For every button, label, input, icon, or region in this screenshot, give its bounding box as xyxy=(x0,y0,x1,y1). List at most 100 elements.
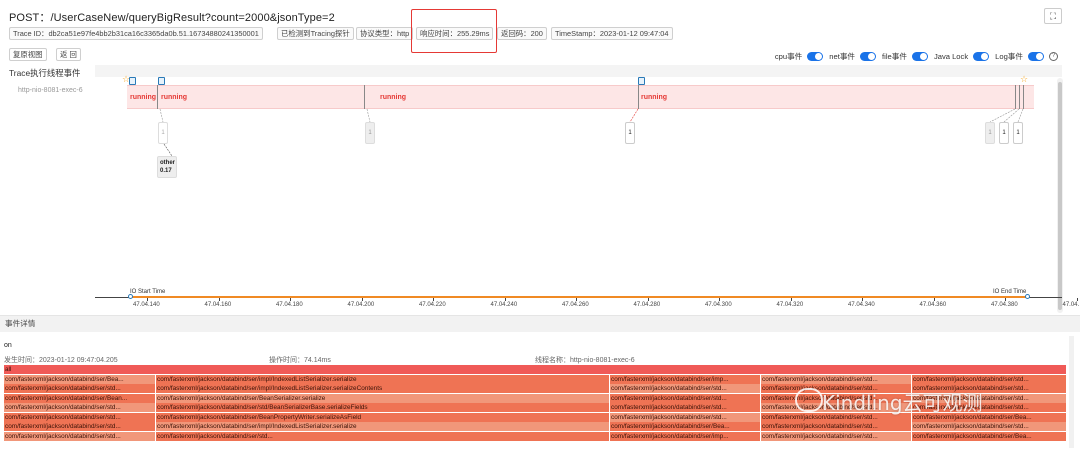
flame-frame[interactable]: com/fasterxml/jackson/databind/ser/std..… xyxy=(610,412,761,422)
event-details-header: 事件详情 xyxy=(0,316,1080,332)
axis-tick-label: 47.04. xyxy=(1062,302,1080,308)
flame-frame[interactable]: com/fasterxml/jackson/databind/ser/Bea..… xyxy=(912,431,1067,441)
cpu-toggle[interactable] xyxy=(807,51,824,61)
axis-tick xyxy=(576,298,577,301)
log-marker-icon[interactable] xyxy=(129,77,136,85)
flame-frame[interactable]: com/fasterxml/jackson/databind/ser/std..… xyxy=(4,384,156,393)
flame-frame[interactable]: com/fasterxml/jackson/databind/ser/BeanS… xyxy=(156,393,610,403)
other-event-box[interactable]: other 0.17 xyxy=(157,156,177,178)
io-end-label: IO End Time xyxy=(993,289,1027,295)
flame-frame[interactable]: com/fasterxml/jackson/databind/ser/Bean.… xyxy=(4,393,156,403)
flame-frame[interactable]: com/fasterxml/jackson/databind/ser/std..… xyxy=(912,422,1067,431)
axis-tick xyxy=(647,298,649,301)
flame-root-frame[interactable]: all xyxy=(4,365,1067,374)
event-count[interactable]: 1 xyxy=(985,122,995,144)
restore-view-button[interactable]: 复原视图 xyxy=(9,48,47,61)
flame-frame[interactable]: com/fasterxml/jackson/databind/ser/impl/… xyxy=(156,422,610,431)
axis-tick-label: 47.04.360 xyxy=(919,302,947,308)
thread-label: 线程名称：http-nio-8081-exec-6 xyxy=(535,357,635,364)
file-toggle[interactable] xyxy=(911,51,928,61)
event-count[interactable]: 1 xyxy=(158,122,168,144)
end-star-icon[interactable]: ☆ xyxy=(1020,75,1028,84)
axis-tick-label: 47.04.240 xyxy=(490,302,518,308)
trace-id-tag: Trace ID：db2ca51e97fe4bb2b31ca16c3365da0… xyxy=(9,27,263,40)
running-label: running xyxy=(130,94,157,101)
details-scrollbar[interactable] xyxy=(1069,336,1074,448)
back-button[interactable]: 返 回 xyxy=(56,48,81,61)
flame-frame[interactable]: com/fasterxml/jackson/databind/ser/std..… xyxy=(761,431,912,441)
axis-tick-label: 47.04.200 xyxy=(347,302,375,308)
axis-tick xyxy=(433,298,434,301)
segment-divider xyxy=(157,85,158,109)
flame-frame[interactable]: com/fasterxml/jackson/databind/ser/std..… xyxy=(4,431,156,441)
axis-tick xyxy=(719,298,720,301)
watermark: Kindling云可观测 xyxy=(790,387,983,416)
response-time-highlight xyxy=(411,9,497,53)
event-count[interactable]: 1 xyxy=(365,122,375,144)
flame-frame[interactable]: com/fasterxml/jackson/databind/ser/BeanP… xyxy=(156,412,610,422)
java-lock-toggle[interactable] xyxy=(973,51,990,61)
watermark-text: Kindling云可观测 xyxy=(822,391,983,415)
flame-frame[interactable]: com/fasterxml/jackson/databind/ser/impl/… xyxy=(156,384,610,393)
other-value: 0.17 xyxy=(160,168,172,174)
axis-tick xyxy=(504,298,506,301)
timeline-scrollbar-thumb[interactable] xyxy=(1058,82,1062,310)
running-label: running xyxy=(380,94,407,101)
log-toggle[interactable] xyxy=(1028,51,1044,61)
flame-frame[interactable]: com/fasterxml/jackson/databind/ser/std/B… xyxy=(156,403,610,412)
axis-tick xyxy=(790,298,792,301)
net-toggle[interactable] xyxy=(860,51,877,61)
flame-frame[interactable]: com/fasterxml/jackson/databind/ser/std..… xyxy=(4,412,156,422)
flame-frame[interactable]: com/fasterxml/jackson/databind/ser/std..… xyxy=(761,374,912,384)
running-timeline-bar[interactable] xyxy=(127,85,1034,109)
event-count[interactable]: 1 xyxy=(625,122,635,144)
flame-row: com/fasterxml/jackson/databind/ser/std..… xyxy=(4,431,1067,441)
flame-frame[interactable]: com/fasterxml/jackson/databind/ser/std..… xyxy=(610,393,761,403)
flame-frame[interactable]: com/fasterxml/jackson/databind/ser/impl/… xyxy=(156,374,610,384)
axis-tick xyxy=(862,298,863,301)
operation-time: 操作时间：74.14ms xyxy=(269,357,331,364)
axis-tick-label: 47.04.300 xyxy=(705,302,732,308)
flame-frame[interactable]: com/fasterxml/jackson/databind/ser/std..… xyxy=(4,422,156,431)
event-count[interactable]: 1 xyxy=(1013,122,1023,144)
running-label: running xyxy=(641,94,668,101)
axis-tick xyxy=(933,298,935,301)
flame-frame[interactable]: com/fasterxml/jackson/databind/ser/imp..… xyxy=(610,431,761,441)
segment-divider xyxy=(638,85,639,109)
segment-divider xyxy=(364,85,365,109)
protocol-tag: 协议类型：http xyxy=(356,27,414,40)
marker-lane xyxy=(95,65,1062,77)
event-toggles: cpu事件 net事件 file事件 Java Lock Log事件 ? xyxy=(773,50,1058,62)
axis-tick-label: 47.04.220 xyxy=(419,302,446,308)
log-toggle-label: Log事件 xyxy=(995,51,1023,61)
axis-tick-label: 47.04.140 xyxy=(133,302,160,308)
event-count[interactable]: 1 xyxy=(999,122,1009,144)
return-code-tag: 返回码：200 xyxy=(497,27,547,40)
log-marker-icon[interactable] xyxy=(638,77,645,85)
flame-frame[interactable]: com/fasterxml/jackson/databind/ser/Bea..… xyxy=(610,422,761,431)
flame-frame[interactable]: com/fasterxml/jackson/databind/ser/std..… xyxy=(912,374,1067,384)
flame-frame[interactable]: com/fasterxml/jackson/databind/ser/std..… xyxy=(156,431,610,441)
segment-divider xyxy=(1023,85,1024,109)
segment-divider xyxy=(1019,85,1020,109)
axis-tick xyxy=(1076,298,1078,301)
log-marker-icon[interactable] xyxy=(158,77,165,85)
flame-frame[interactable]: com/fasterxml/jackson/databind/ser/std..… xyxy=(610,384,761,393)
trace-section-title: Trace执行线程事件 xyxy=(9,68,81,78)
axis-tick-label: 47.04.180 xyxy=(276,302,303,308)
page-title: POST：/UserCaseNew/queryBigResult?count=2… xyxy=(9,12,335,24)
flame-frame[interactable]: com/fasterxml/jackson/databind/ser/Bea..… xyxy=(4,374,156,384)
axis-tick-label: 47.04.320 xyxy=(776,302,804,308)
io-range-line xyxy=(130,296,1028,298)
flame-frame[interactable]: com/fasterxml/jackson/databind/ser/std..… xyxy=(761,422,912,431)
segment-divider xyxy=(1015,85,1016,109)
flame-frame[interactable]: com/fasterxml/jackson/databind/ser/imp..… xyxy=(610,374,761,384)
axis-tick-label: 47.04.160 xyxy=(204,302,232,308)
axis-tick xyxy=(361,298,363,301)
fullscreen-icon[interactable]: ⛶ xyxy=(1044,8,1062,24)
flame-frame[interactable]: com/fasterxml/jackson/databind/ser/std..… xyxy=(610,403,761,412)
thread-name: http-nio-8081-exec-6 xyxy=(18,87,83,94)
help-icon[interactable]: ? xyxy=(1049,51,1058,61)
flame-frame[interactable]: com/fasterxml/jackson/databind/ser/std..… xyxy=(4,403,156,412)
java-lock-toggle-label: Java Lock xyxy=(933,51,969,61)
